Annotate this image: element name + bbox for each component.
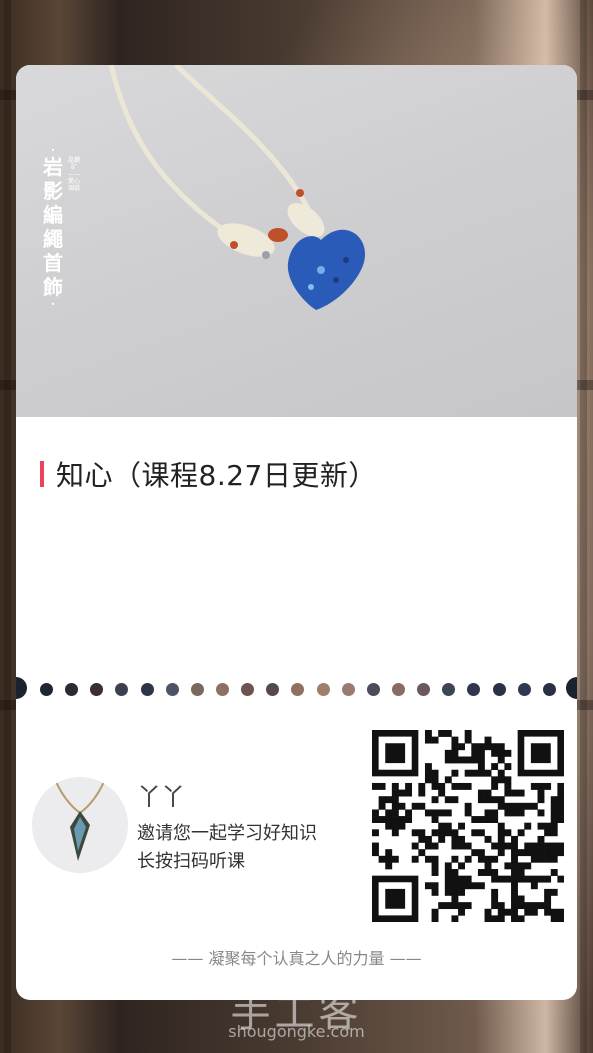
divider-dot [65, 682, 79, 696]
necklace-illustration [108, 65, 366, 310]
ticket-divider-dots [40, 682, 556, 696]
divider-dot [291, 682, 305, 696]
divider-dot [241, 682, 255, 696]
divider-dot [165, 682, 179, 696]
divider-dot [542, 682, 556, 696]
divider-dot [215, 682, 229, 696]
divider-dot [492, 682, 506, 696]
brand-name: 岩影編繩首飾 [43, 155, 63, 299]
divider-dot [467, 682, 481, 696]
divider-dot [366, 682, 380, 696]
divider-dot [417, 682, 431, 696]
press-to-scan-text: 长按扫码听课 [137, 851, 245, 872]
brand-subtitle: 晶鑽矿——愛心項链 [68, 157, 81, 192]
title-accent-bar [40, 461, 44, 487]
ticket-notch-left [16, 677, 27, 699]
course-card[interactable]: · 岩影編繩首飾 · 晶鑽矿——愛心項链 知心（课程8.27日更新） 丫丫 邀请… [16, 65, 577, 1000]
divider-dot [140, 682, 154, 696]
qr-code-icon [372, 730, 565, 923]
book-spine [580, 0, 587, 1053]
divider-dot [341, 682, 355, 696]
watermark-site: shougongke.com [228, 1022, 365, 1041]
necklace-photo: · 岩影編繩首飾 · 晶鑽矿——愛心項链 [16, 65, 577, 417]
slogan: —— 凝聚每个认真之人的力量 —— [171, 949, 422, 968]
divider-dot [442, 682, 456, 696]
course-title: 知心（课程8.27日更新） [56, 459, 377, 492]
brand-logo: · 岩影編繩首飾 · [40, 143, 66, 311]
divider-dot [90, 682, 104, 696]
divider-dot [391, 682, 405, 696]
necklace-pendant-avatar-icon [53, 777, 107, 861]
divider-dot [115, 682, 129, 696]
book-spine [4, 0, 11, 1053]
divider-dot [266, 682, 280, 696]
invite-text: 邀请您一起学习好知识 [137, 823, 317, 844]
ticket-notch-right [566, 677, 577, 699]
brand-dot-top: · [50, 143, 56, 157]
user-name: 丫丫 [137, 783, 185, 811]
brand-dot-bottom: · [50, 297, 56, 311]
divider-dot [40, 682, 53, 696]
course-title-row: 知心（课程8.27日更新） [40, 454, 377, 494]
qr-code[interactable] [372, 730, 565, 923]
divider-dot [190, 682, 204, 696]
divider-dot [316, 682, 330, 696]
divider-dot [517, 682, 531, 696]
avatar[interactable] [32, 777, 128, 873]
